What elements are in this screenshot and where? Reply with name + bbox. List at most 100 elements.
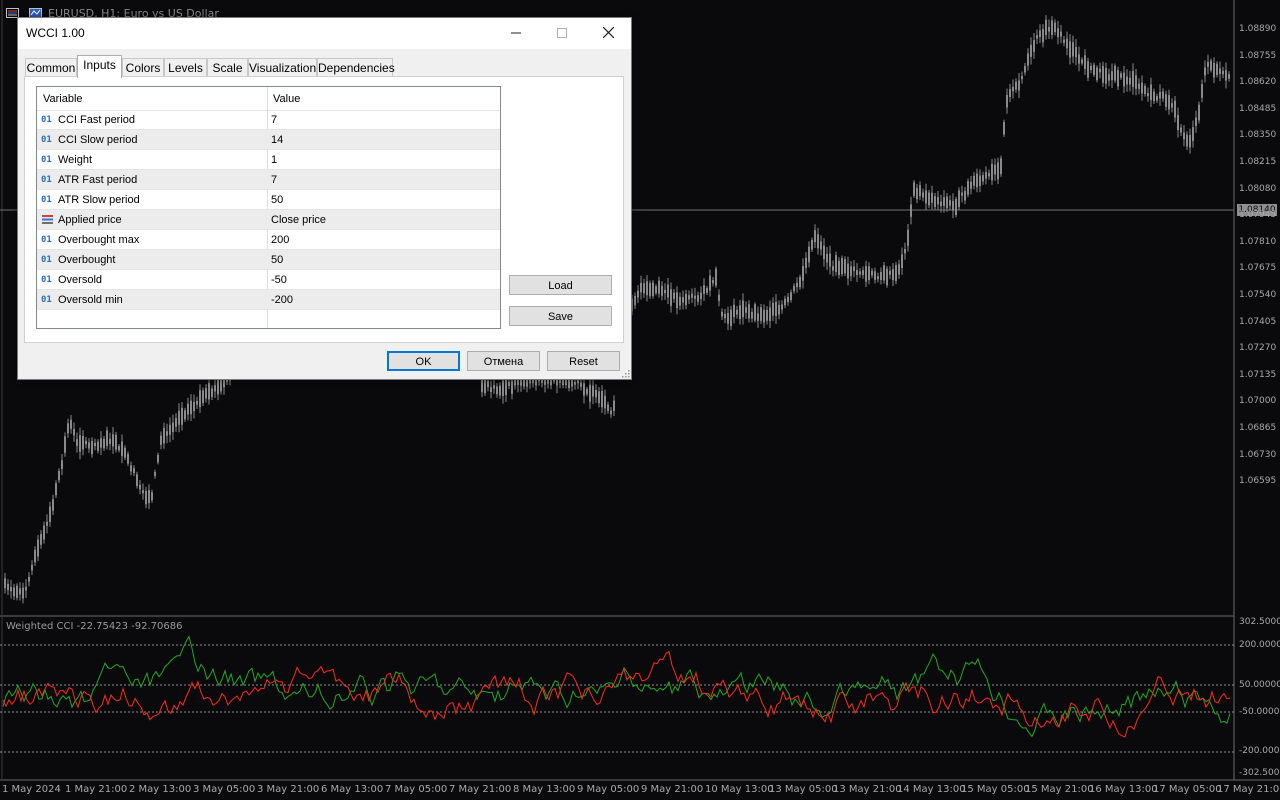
candle-body bbox=[1168, 95, 1170, 110]
indicator-tick-label: -302.5000 bbox=[1239, 768, 1280, 778]
candle-body bbox=[1054, 22, 1056, 33]
column-variable[interactable]: Variable bbox=[43, 93, 83, 105]
candle-body bbox=[925, 190, 927, 204]
tab-inputs[interactable]: Inputs bbox=[77, 55, 122, 78]
candle-body bbox=[991, 163, 993, 181]
price-tick-label: 1.07945 bbox=[1239, 210, 1277, 221]
candle-body bbox=[61, 460, 63, 470]
int-param-icon: 01 bbox=[41, 255, 52, 265]
close-button[interactable] bbox=[585, 18, 631, 49]
row-value[interactable]: 200 bbox=[271, 234, 289, 246]
table-row[interactable]: 01 Weight 1 bbox=[37, 150, 500, 170]
table-row[interactable]: 01 Overbought max 200 bbox=[37, 230, 500, 250]
candle-body bbox=[1162, 91, 1164, 99]
table-row[interactable]: 01 CCI Fast period 7 bbox=[37, 110, 500, 130]
ok-button[interactable]: OK bbox=[387, 351, 460, 371]
table-row[interactable]: 01 Oversold min -200 bbox=[37, 290, 500, 310]
candle-body bbox=[49, 506, 51, 522]
row-value[interactable]: Close price bbox=[271, 214, 326, 226]
tab-common[interactable]: Common bbox=[25, 58, 77, 77]
candle-body bbox=[706, 288, 708, 293]
candle-body bbox=[1048, 27, 1050, 32]
table-row[interactable]: 01 CCI Slow period 14 bbox=[37, 130, 500, 150]
candle-body bbox=[55, 483, 57, 496]
reset-button[interactable]: Reset bbox=[547, 351, 620, 371]
candle-body bbox=[1027, 53, 1029, 66]
candle-body bbox=[502, 380, 504, 397]
table-row[interactable]: 01 Oversold -50 bbox=[37, 270, 500, 290]
candle-body bbox=[1108, 74, 1110, 81]
candle-body bbox=[637, 290, 639, 298]
time-tick-label: 10 May 13:00 bbox=[705, 784, 774, 795]
row-value[interactable]: -50 bbox=[271, 274, 287, 286]
candle-body bbox=[955, 198, 957, 216]
row-value[interactable]: 14 bbox=[271, 134, 283, 146]
candle-body bbox=[1219, 68, 1221, 75]
time-tick-label: 16 May 13:00 bbox=[1089, 784, 1158, 795]
candle-body bbox=[190, 400, 192, 415]
candle-body bbox=[676, 292, 678, 309]
column-value[interactable]: Value bbox=[273, 93, 300, 105]
candle-body bbox=[1192, 127, 1194, 141]
time-tick-label: 3 May 21:00 bbox=[257, 784, 320, 795]
resize-grip-icon[interactable] bbox=[622, 370, 630, 378]
table-row[interactable]: Applied price Close price bbox=[37, 210, 500, 230]
tab-scale[interactable]: Scale bbox=[207, 58, 248, 77]
indicator-tick-label: 302.50000 bbox=[1239, 617, 1280, 627]
tab-levels[interactable]: Levels bbox=[164, 58, 207, 77]
table-row[interactable]: 01 ATR Fast period 7 bbox=[37, 170, 500, 190]
dialog-titlebar[interactable]: WCCI 1.00 bbox=[18, 18, 631, 49]
candle-body bbox=[748, 304, 750, 319]
candle-body bbox=[517, 379, 519, 385]
candle-body bbox=[589, 384, 591, 402]
candle-body bbox=[721, 311, 723, 317]
row-value[interactable]: 50 bbox=[271, 194, 283, 206]
candle-body bbox=[1099, 68, 1101, 73]
tab-colors[interactable]: Colors bbox=[122, 58, 164, 77]
candle-body bbox=[493, 385, 495, 389]
minimize-button[interactable] bbox=[493, 18, 539, 49]
cancel-button[interactable]: Отмена bbox=[467, 351, 540, 371]
row-value[interactable]: 50 bbox=[271, 254, 283, 266]
time-tick-label: 15 May 05:00 bbox=[961, 784, 1030, 795]
tab-dependencies[interactable]: Dependencies bbox=[317, 58, 395, 77]
candle-body bbox=[1213, 62, 1215, 78]
inputs-table[interactable]: Variable Value 01 CCI Fast period 7 01 C… bbox=[36, 86, 501, 329]
candle-body bbox=[724, 313, 726, 319]
candle-body bbox=[1051, 20, 1053, 35]
tab-visualization[interactable]: Visualization bbox=[248, 58, 317, 77]
candle-body bbox=[988, 172, 990, 177]
int-param-icon: 01 bbox=[41, 115, 52, 125]
candle-body bbox=[1120, 73, 1122, 78]
row-value[interactable]: -200 bbox=[271, 294, 293, 306]
candle-body bbox=[805, 257, 807, 268]
candle-body bbox=[931, 192, 933, 203]
candle-body bbox=[496, 386, 498, 395]
candle-body bbox=[1087, 61, 1089, 78]
row-value[interactable]: 7 bbox=[271, 174, 277, 186]
row-value[interactable]: 1 bbox=[271, 154, 277, 166]
table-row[interactable]: 01 ATR Slow period 50 bbox=[37, 190, 500, 210]
candle-body bbox=[1165, 94, 1167, 107]
candle-body bbox=[730, 309, 732, 326]
save-button[interactable]: Save bbox=[509, 306, 612, 326]
price-tick-label: 1.07270 bbox=[1239, 343, 1277, 354]
candle-body bbox=[94, 442, 96, 447]
candle-body bbox=[1186, 134, 1188, 147]
candle-body bbox=[844, 259, 846, 274]
candle-body bbox=[1159, 91, 1161, 99]
load-button[interactable]: Load bbox=[509, 275, 612, 295]
maximize-button[interactable] bbox=[539, 18, 585, 49]
candle-body bbox=[118, 446, 120, 451]
table-row[interactable]: 01 Overbought 50 bbox=[37, 250, 500, 270]
candle-body bbox=[997, 162, 999, 180]
candle-body bbox=[586, 388, 588, 395]
price-tick-label: 1.08620 bbox=[1239, 77, 1277, 88]
candle-body bbox=[607, 404, 609, 411]
candle-body bbox=[1222, 70, 1224, 75]
row-value[interactable]: 7 bbox=[271, 114, 277, 126]
candle-body bbox=[1195, 117, 1197, 126]
candle-body bbox=[193, 401, 195, 412]
candle-body bbox=[1111, 71, 1113, 81]
candle-body bbox=[655, 286, 657, 294]
